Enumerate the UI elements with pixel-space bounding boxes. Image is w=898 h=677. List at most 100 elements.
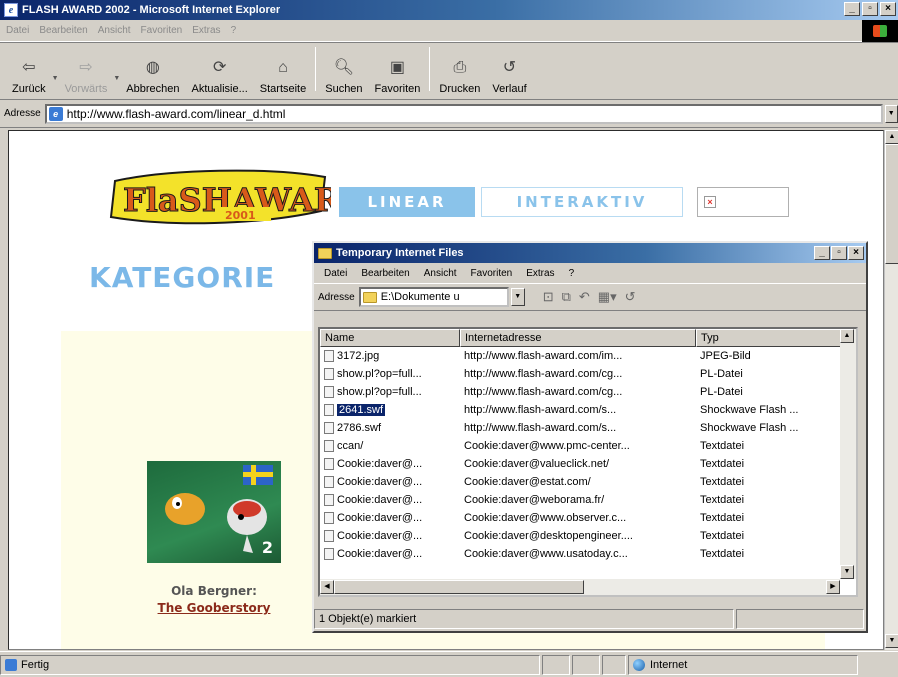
list-item[interactable]: show.pl?op=full... http://www.flash-award… xyxy=(320,383,844,401)
refresh-icon: ⟳ xyxy=(212,59,227,76)
menu-favoriten[interactable]: Favoriten xyxy=(141,25,183,36)
page-icon: e xyxy=(48,106,63,121)
list-item[interactable]: Cookie:daver@... Cookie:daver@www.observe… xyxy=(320,509,844,527)
toolbar-separator xyxy=(429,47,431,91)
flash-award-logo[interactable]: FlaSHAWARD 2001 xyxy=(109,167,331,229)
column-header-internetadresse[interactable]: Internetadresse xyxy=(460,329,696,347)
explorer-menu-favoriten[interactable]: Favoriten xyxy=(471,268,513,279)
back-dropdown-icon[interactable]: ▼ xyxy=(52,75,59,82)
favorites-button[interactable]: ▣ Favoriten xyxy=(369,47,427,95)
folder-icon xyxy=(318,247,332,259)
list-vertical-scrollbar[interactable]: ▲ ▼ xyxy=(840,329,856,579)
explorer-menu-extras[interactable]: Extras xyxy=(526,268,554,279)
home-button[interactable]: ⌂ Startseite xyxy=(254,47,312,95)
explorer-menu-datei[interactable]: Datei xyxy=(324,268,347,279)
list-scroll-right-button[interactable]: ▶ xyxy=(826,580,840,594)
forward-dropdown-icon[interactable]: ▼ xyxy=(113,75,120,82)
stop-button[interactable]: ◍ Abbrechen xyxy=(120,47,185,95)
stop-icon: ◍ xyxy=(145,59,160,76)
explorer-menu-bar: Datei Bearbeiten Ansicht Favoriten Extra… xyxy=(314,263,866,283)
print-button[interactable]: ⎙ Drucken xyxy=(433,47,486,95)
history-button[interactable]: ↺ Verlauf xyxy=(486,47,532,95)
file-icon xyxy=(324,530,334,542)
list-header: Name Internetadresse Typ xyxy=(320,329,844,347)
tab-linear[interactable]: LINEAR xyxy=(339,187,475,217)
explorer-title-bar[interactable]: Temporary Internet Files _ ▫ × xyxy=(314,243,866,263)
list-item[interactable]: 3172.jpg http://www.flash-award.com/im...… xyxy=(320,347,844,365)
favorites-icon: ▣ xyxy=(389,59,406,76)
move-to-icon[interactable]: ⧉ xyxy=(562,289,571,305)
forward-button[interactable]: ⇨ Vorwärts xyxy=(59,47,114,95)
back-button[interactable]: ⇦ Zurück xyxy=(6,47,52,95)
zone-text: Internet xyxy=(650,658,688,671)
list-item[interactable]: Cookie:daver@... Cookie:daver@weborama.fr… xyxy=(320,491,844,509)
column-header-typ[interactable]: Typ xyxy=(696,329,844,347)
file-icon xyxy=(324,350,334,362)
menu-help[interactable]: ? xyxy=(231,25,237,36)
list-scroll-up-button[interactable]: ▲ xyxy=(840,329,854,343)
list-item[interactable]: 2786.swf http://www.flash-award.com/s... S… xyxy=(320,419,844,437)
history-icon[interactable]: ↺ xyxy=(625,289,636,305)
list-item[interactable]: Cookie:daver@... Cookie:daver@estat.com/T… xyxy=(320,473,844,491)
folder-up-icon[interactable]: ⊡ xyxy=(543,289,554,305)
explorer-address-input[interactable]: E:\Dokumente u xyxy=(358,287,509,307)
broken-image: × xyxy=(697,187,789,217)
views-icon[interactable]: ▦▾ xyxy=(598,289,617,305)
refresh-button[interactable]: ⟳ Aktualisie... xyxy=(186,47,254,95)
list-scroll-down-button[interactable]: ▼ xyxy=(840,565,854,579)
list-item[interactable]: Cookie:daver@... Cookie:daver@www.usatoda… xyxy=(320,545,844,563)
internet-zone-icon xyxy=(633,658,645,671)
scroll-down-button[interactable]: ▼ xyxy=(885,634,898,648)
printer-icon: ⎙ xyxy=(453,59,467,76)
address-bar: Adresse e http://www.flash-award.com/lin… xyxy=(0,100,898,128)
menu-bearbeiten[interactable]: Bearbeiten xyxy=(39,25,87,36)
explorer-window-controls: _ ▫ × xyxy=(814,246,864,260)
explorer-menu-bearbeiten[interactable]: Bearbeiten xyxy=(361,268,409,279)
forward-arrow-icon: ⇨ xyxy=(79,59,93,76)
explorer-menu-ansicht[interactable]: Ansicht xyxy=(424,268,457,279)
explorer-address-dropdown[interactable]: ▼ xyxy=(510,288,525,306)
address-value: http://www.flash-award.com/linear_d.html xyxy=(66,106,286,121)
search-button[interactable]: 🔍︎ Suchen xyxy=(319,47,368,95)
list-item[interactable]: ccan/Cookie:daver@www.pmc-center... Textd… xyxy=(320,437,844,455)
search-icon: 🔍︎ xyxy=(333,59,355,76)
page-scrollbar[interactable]: ▲ ▼ xyxy=(884,130,898,650)
explorer-menu-help[interactable]: ? xyxy=(569,268,575,279)
explorer-close-button[interactable]: × xyxy=(848,246,864,260)
logo-year: 2001 xyxy=(225,209,256,222)
explorer-status-cell xyxy=(736,609,864,629)
scroll-thumb[interactable] xyxy=(885,144,898,264)
explorer-maximize-button[interactable]: ▫ xyxy=(831,246,847,260)
list-item[interactable]: Cookie:daver@... Cookie:daver@valueclick.… xyxy=(320,455,844,473)
list-item[interactable]: Cookie:daver@... Cookie:daver@desktopengi… xyxy=(320,527,844,545)
list-horizontal-scrollbar[interactable]: ◀ ▶ xyxy=(320,579,840,595)
undo-icon[interactable]: ↶ xyxy=(579,289,590,305)
minimize-button[interactable]: _ xyxy=(844,2,860,16)
scroll-up-button[interactable]: ▲ xyxy=(885,130,898,144)
explorer-minimize-button[interactable]: _ xyxy=(814,246,830,260)
menu-datei[interactable]: Datei xyxy=(6,25,29,36)
tab-interaktiv[interactable]: INTERAKTIV xyxy=(481,187,683,217)
list-horizontal-scroll-thumb[interactable] xyxy=(334,580,584,594)
page-status-icon xyxy=(5,658,17,671)
address-dropdown-button[interactable]: ▼ xyxy=(884,104,898,123)
back-arrow-icon: ⇦ xyxy=(22,59,36,76)
explorer-title: Temporary Internet Files xyxy=(336,247,464,259)
address-input[interactable]: e http://www.flash-award.com/linear_d.ht… xyxy=(44,103,883,124)
menu-ansicht[interactable]: Ansicht xyxy=(98,25,131,36)
browser-title-bar[interactable]: e FLASH AWARD 2002 - Microsoft Internet … xyxy=(0,0,898,20)
column-header-name[interactable]: Name xyxy=(320,329,460,347)
browser-toolbar: ⇦ Zurück ▼ ⇨ Vorwärts ▼ ◍ Abbrechen ⟳ Aktual… xyxy=(0,42,898,100)
entry-thumbnail[interactable]: 2 xyxy=(147,461,281,563)
maximize-button[interactable]: ▫ xyxy=(862,2,878,16)
address-label: Adresse xyxy=(4,108,41,119)
entry-title-link[interactable]: The Gooberstory xyxy=(129,601,299,615)
author-name: Ola Bergner: xyxy=(171,584,257,598)
close-button[interactable]: × xyxy=(880,2,896,16)
list-item-selected[interactable]: 2641.swf http://www.flash-award.com/s... S… xyxy=(320,401,844,419)
ie-icon: e xyxy=(4,3,18,17)
list-item[interactable]: show.pl?op=full... http://www.flash-award… xyxy=(320,365,844,383)
list-scroll-left-button[interactable]: ◀ xyxy=(320,580,334,594)
browser-menu-bar: Datei Bearbeiten Ansicht Favoriten Extra… xyxy=(0,20,898,42)
menu-extras[interactable]: Extras xyxy=(192,25,220,36)
